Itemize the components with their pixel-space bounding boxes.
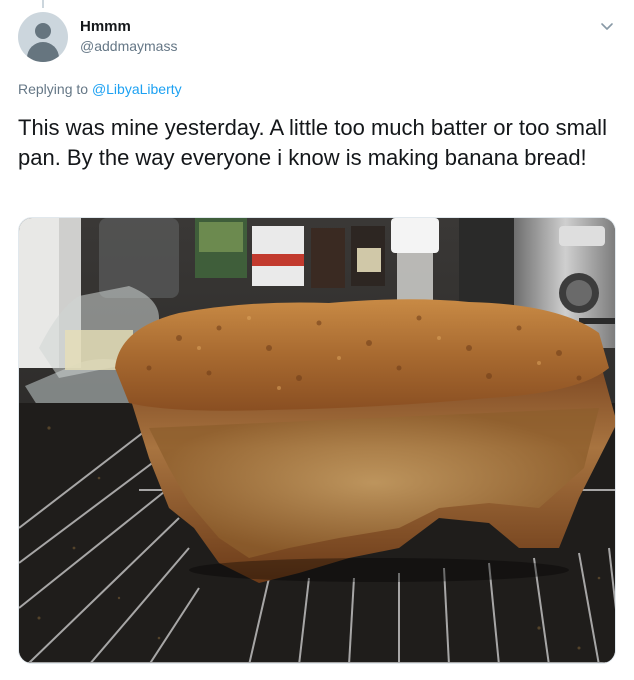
default-avatar-icon <box>35 23 51 39</box>
tweet-photo[interactable] <box>18 217 616 664</box>
photo-banana-bread <box>19 218 615 663</box>
user-handle[interactable]: @addmaymass <box>80 38 177 54</box>
thread-connector-line <box>42 0 44 8</box>
replying-to-line: Replying to @LibyaLiberty <box>18 81 182 97</box>
replying-to-label: Replying to <box>18 81 92 97</box>
tweet-card: Hmmm @addmaymass Replying to @LibyaLiber… <box>0 0 634 680</box>
reply-mention-link[interactable]: @LibyaLiberty <box>92 81 182 97</box>
default-avatar-body <box>27 42 59 62</box>
tweet-text: This was mine yesterday. A little too mu… <box>18 115 607 170</box>
user-display-name[interactable]: Hmmm <box>80 18 131 35</box>
chevron-down-icon[interactable] <box>597 16 617 36</box>
user-avatar[interactable] <box>18 12 68 62</box>
